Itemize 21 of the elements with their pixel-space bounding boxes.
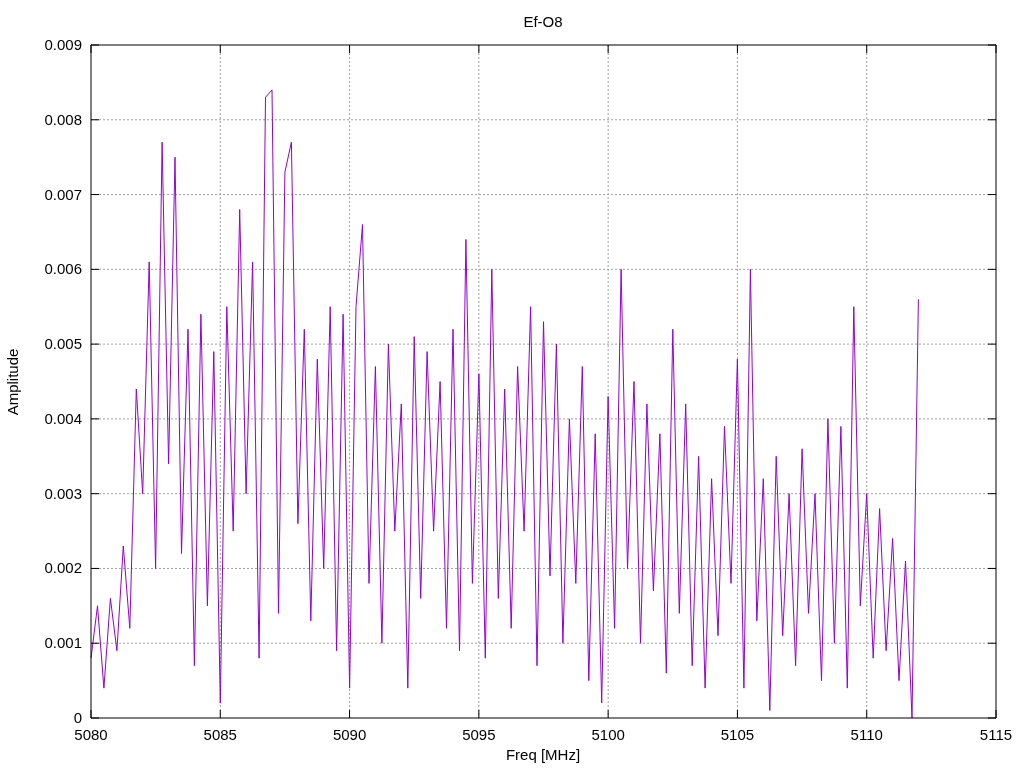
x-tick-label: 5085 xyxy=(203,726,237,743)
x-tick-label: 5100 xyxy=(591,726,625,743)
y-tick-label: 0.007 xyxy=(44,185,82,203)
y-tick-label: 0.001 xyxy=(44,634,82,652)
x-axis-label: Freq [MHz] xyxy=(505,746,581,763)
y-tick-label: 0.006 xyxy=(44,260,82,278)
y-axis-label: Amplitude xyxy=(4,348,21,416)
x-tick-label: 5115 xyxy=(979,726,1013,743)
x-tick-label: 5095 xyxy=(462,726,496,743)
x-tick-label: 5090 xyxy=(332,726,367,743)
x-tick-label: 5080 xyxy=(74,726,108,743)
chart-title: Ef-O8 xyxy=(523,13,563,30)
x-tick-label: 5105 xyxy=(720,726,755,743)
y-tick-label: 0.003 xyxy=(44,484,82,502)
y-tick-label: 0.005 xyxy=(44,335,82,353)
y-tick-label: 0 xyxy=(73,709,82,726)
y-tick-label: 0.009 xyxy=(44,36,82,53)
y-tick-label: 0.004 xyxy=(44,409,82,427)
y-tick-label: 0.008 xyxy=(44,110,82,128)
y-tick-label: 0.002 xyxy=(44,559,82,577)
x-tick-label: 5110 xyxy=(850,726,883,743)
